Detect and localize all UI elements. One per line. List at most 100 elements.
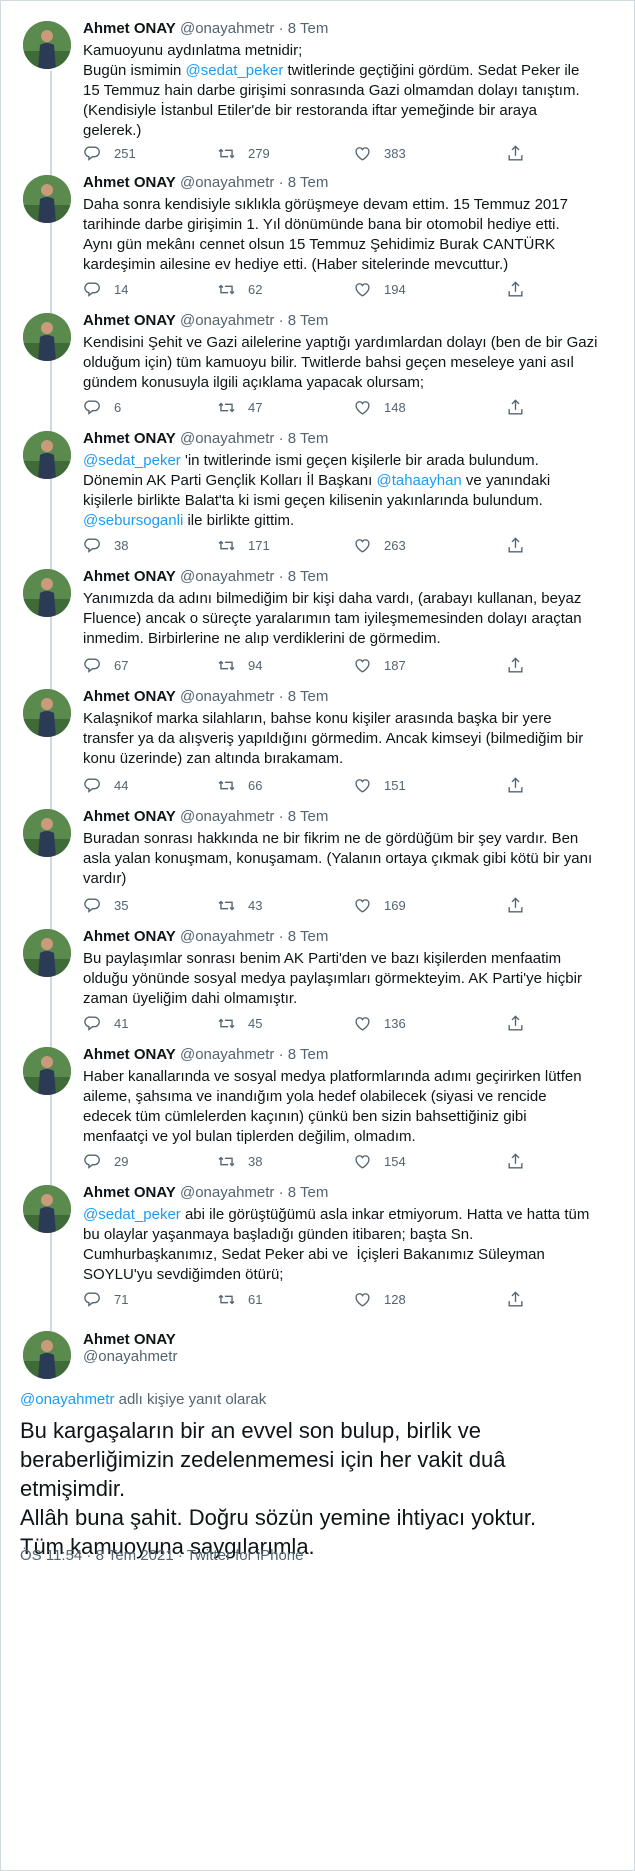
author-handle[interactable]: @onayahmetr · (176, 174, 288, 191)
retweet-button[interactable]: 45 (217, 1014, 262, 1033)
share-button[interactable] (506, 144, 537, 163)
reply-button[interactable]: 71 (83, 1290, 128, 1309)
tweet-date[interactable]: 8 Tem (288, 312, 329, 329)
like-button[interactable]: 383 (353, 144, 406, 163)
reply-button[interactable]: 14 (83, 280, 128, 299)
tweet-date[interactable]: 8 Tem (288, 1046, 329, 1063)
share-button[interactable] (506, 1014, 537, 1033)
avatar[interactable] (23, 21, 71, 69)
author-handle[interactable]: @onayahmetr · (176, 928, 288, 945)
author-name[interactable]: Ahmet ONAY (83, 312, 176, 329)
like-icon (353, 1014, 384, 1033)
share-button[interactable] (506, 536, 537, 555)
author-handle[interactable]: @onayahmetr · (176, 1184, 288, 1201)
text-segment: Haber kanallarında ve sosyal medya platf… (83, 1068, 582, 1145)
reply-button[interactable]: 41 (83, 1014, 128, 1033)
avatar[interactable] (23, 175, 71, 223)
like-button[interactable]: 136 (353, 1014, 406, 1033)
avatar[interactable] (23, 569, 71, 617)
retweet-icon (217, 896, 248, 915)
share-button[interactable] (506, 398, 537, 417)
reply-button[interactable]: 251 (83, 144, 136, 163)
mention-link[interactable]: @sedat_peker (83, 452, 181, 469)
share-button[interactable] (506, 896, 537, 915)
retweet-button[interactable]: 62 (217, 280, 262, 299)
tweet-timestamp[interactable]: ÖS 11:54 · 8 Tem 2021 · Twitter for iPho… (20, 1547, 303, 1564)
author-name[interactable]: Ahmet ONAY (83, 20, 176, 37)
reply-button[interactable]: 29 (83, 1152, 128, 1171)
like-button[interactable]: 169 (353, 896, 406, 915)
tweet-date[interactable]: 8 Tem (288, 928, 329, 945)
retweet-button[interactable]: 66 (217, 776, 262, 795)
avatar[interactable] (23, 1185, 71, 1233)
author-name[interactable]: Ahmet ONAY (83, 430, 176, 447)
like-button[interactable]: 151 (353, 776, 406, 795)
retweet-button[interactable]: 38 (217, 1152, 262, 1171)
share-button[interactable] (506, 1290, 537, 1309)
avatar[interactable] (23, 929, 71, 977)
tweet-date[interactable]: 8 Tem (288, 568, 329, 585)
author-name[interactable]: Ahmet ONAY (83, 1184, 176, 1201)
avatar[interactable] (23, 1331, 71, 1379)
retweet-button[interactable]: 47 (217, 398, 262, 417)
like-button[interactable]: 187 (353, 656, 406, 675)
like-button[interactable]: 148 (353, 398, 406, 417)
author-name[interactable]: Ahmet ONAY (83, 1331, 177, 1348)
share-button[interactable] (506, 656, 537, 675)
like-icon (353, 398, 384, 417)
tweet-date[interactable]: 8 Tem (288, 174, 329, 191)
author-handle[interactable]: @onayahmetr · (176, 312, 288, 329)
reply-button[interactable]: 6 (83, 398, 121, 417)
author-handle[interactable]: @onayahmetr · (176, 688, 288, 705)
share-button[interactable] (506, 776, 537, 795)
reply-button[interactable]: 38 (83, 536, 128, 555)
retweet-button[interactable]: 94 (217, 656, 262, 675)
tweet-date[interactable]: 8 Tem (288, 688, 329, 705)
reply-button[interactable]: 35 (83, 896, 128, 915)
like-button[interactable]: 128 (353, 1290, 406, 1309)
tweet-header: Ahmet ONAY @onayahmetr · 8 Tem (83, 173, 620, 193)
author-name[interactable]: Ahmet ONAY (83, 568, 176, 585)
reply-button[interactable]: 67 (83, 656, 128, 675)
avatar[interactable] (23, 809, 71, 857)
reply-icon (83, 280, 114, 299)
tweet-date[interactable]: 8 Tem (288, 808, 329, 825)
tweet-date[interactable]: 8 Tem (288, 430, 329, 447)
mention-link[interactable]: @sebursoganli (83, 512, 183, 529)
tweet-date[interactable]: 8 Tem (288, 20, 329, 37)
mention-link[interactable]: @sedat_peker (186, 62, 284, 79)
author-handle[interactable]: @onayahmetr · (176, 430, 288, 447)
retweet-icon (217, 1014, 248, 1033)
author-name[interactable]: Ahmet ONAY (83, 174, 176, 191)
retweet-button[interactable]: 171 (217, 536, 270, 555)
author-name[interactable]: Ahmet ONAY (83, 928, 176, 945)
reply-icon (83, 144, 114, 163)
like-button[interactable]: 194 (353, 280, 406, 299)
tweet-date[interactable]: 8 Tem (288, 1184, 329, 1201)
share-button[interactable] (506, 1152, 537, 1171)
author-handle[interactable]: @onayahmetr (83, 1348, 177, 1365)
author-handle[interactable]: @onayahmetr · (176, 808, 288, 825)
retweet-button[interactable]: 279 (217, 144, 270, 163)
reply-count: 41 (114, 1016, 129, 1031)
author-handle[interactable]: @onayahmetr · (176, 568, 288, 585)
retweet-button[interactable]: 43 (217, 896, 262, 915)
mention-link[interactable]: @tahaayhan (376, 472, 461, 489)
author-handle[interactable]: @onayahmetr · (176, 1046, 288, 1063)
avatar[interactable] (23, 689, 71, 737)
author-name[interactable]: Ahmet ONAY (83, 688, 176, 705)
avatar[interactable] (23, 1047, 71, 1095)
like-button[interactable]: 154 (353, 1152, 406, 1171)
like-count: 154 (384, 1154, 406, 1169)
retweet-button[interactable]: 61 (217, 1290, 262, 1309)
author-name[interactable]: Ahmet ONAY (83, 1046, 176, 1063)
mention-link[interactable]: @sedat_peker (83, 1206, 181, 1223)
author-name[interactable]: Ahmet ONAY (83, 808, 176, 825)
like-button[interactable]: 263 (353, 536, 406, 555)
avatar[interactable] (23, 313, 71, 361)
share-button[interactable] (506, 280, 537, 299)
reply-button[interactable]: 44 (83, 776, 128, 795)
reply-to-mention[interactable]: @onayahmetr (20, 1391, 114, 1408)
author-handle[interactable]: @onayahmetr · (176, 20, 288, 37)
avatar[interactable] (23, 431, 71, 479)
